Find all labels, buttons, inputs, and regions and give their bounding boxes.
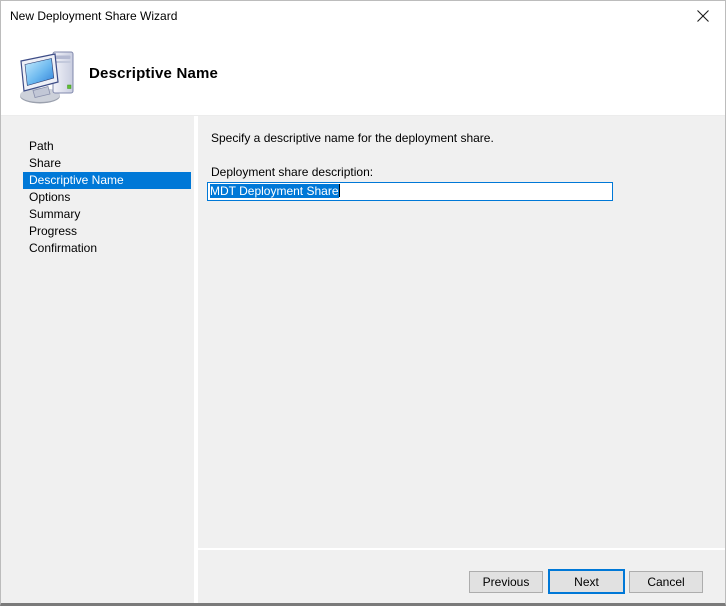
description-label: Deployment share description: — [211, 164, 373, 180]
close-button[interactable] — [680, 1, 725, 31]
sidebar-item-confirmation: Confirmation — [1, 240, 194, 257]
sidebar-item-progress: Progress — [1, 223, 194, 240]
description-input-selected-text: MDT Deployment Share — [210, 184, 339, 198]
close-icon — [696, 9, 710, 23]
sidebar-item-descriptive-name: Descriptive Name — [23, 172, 191, 189]
content-area: Specify a descriptive name for the deplo… — [198, 116, 725, 603]
cancel-button[interactable]: Cancel — [629, 571, 703, 593]
wizard-steps-nav: PathShareDescriptive NameOptionsSummaryP… — [1, 116, 194, 603]
sidebar-item-options: Options — [1, 189, 194, 206]
previous-button[interactable]: Previous — [469, 571, 543, 593]
wizard-header: Descriptive Name — [1, 31, 725, 116]
computer-icon — [18, 47, 78, 105]
window-title: New Deployment Share Wizard — [10, 1, 177, 31]
text-caret — [339, 184, 340, 197]
footer-separator — [198, 548, 725, 550]
titlebar[interactable]: New Deployment Share Wizard — [1, 1, 725, 31]
sidebar-item-path: Path — [1, 138, 194, 155]
description-input[interactable]: MDT Deployment Share — [207, 182, 613, 201]
wizard-window: New Deployment Share Wizard — [0, 0, 726, 606]
instruction-text: Specify a descriptive name for the deplo… — [211, 130, 494, 146]
page-title: Descriptive Name — [89, 65, 218, 82]
next-button[interactable]: Next — [548, 569, 625, 594]
sidebar-item-share: Share — [1, 155, 194, 172]
sidebar-item-summary: Summary — [1, 206, 194, 223]
